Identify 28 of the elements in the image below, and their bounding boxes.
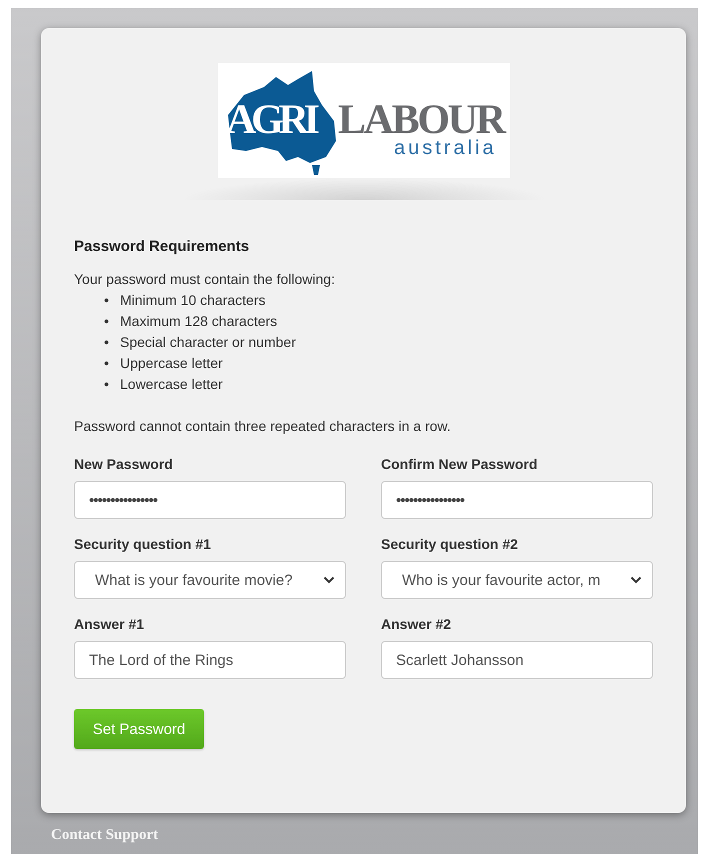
question-dropdown[interactable]: Who is your favourite actor, m: [381, 561, 653, 599]
field-label: Confirm New Password: [381, 456, 538, 472]
chevron-icon: [323, 576, 335, 584]
list-bullet: •: [104, 376, 110, 392]
password-field[interactable]: ••••••••••••••••: [381, 481, 653, 519]
answer-field[interactable]: Scarlett Johansson: [381, 641, 653, 679]
list-bullet: •: [104, 334, 110, 350]
field-label: Security question #1: [74, 536, 212, 552]
requirement-item: Uppercase letter: [120, 354, 223, 372]
field-label: Answer #2: [381, 616, 452, 632]
requirement-item: Minimum 10 characters: [120, 290, 266, 308]
requirements-title: Password Requirements: [74, 238, 250, 255]
field-label: New Password: [74, 456, 174, 472]
requirement-item: Maximum 128 characters: [120, 312, 278, 330]
requirements-intro: Your password must contain the following:: [74, 271, 336, 287]
field-label: Answer #1: [74, 616, 146, 632]
answer-field[interactable]: The Lord of the Rings: [74, 641, 346, 679]
logo: AGRI LABOUR australia: [218, 63, 510, 178]
chevron-icon: [630, 576, 642, 584]
password-field[interactable]: ••••••••••••••••: [74, 481, 346, 519]
list-bullet: •: [104, 312, 110, 328]
question-dropdown[interactable]: What is your favourite movie?: [74, 561, 346, 599]
requirement-item: Lowercase letter: [120, 374, 223, 392]
list-bullet: •: [104, 292, 110, 308]
list-bullet: •: [104, 354, 110, 370]
field-label: Security question #2: [381, 536, 519, 552]
requirements-note: Password cannot contain three repeated characters in a row.: [74, 418, 452, 434]
requirement-item: Special character or number: [120, 332, 296, 350]
